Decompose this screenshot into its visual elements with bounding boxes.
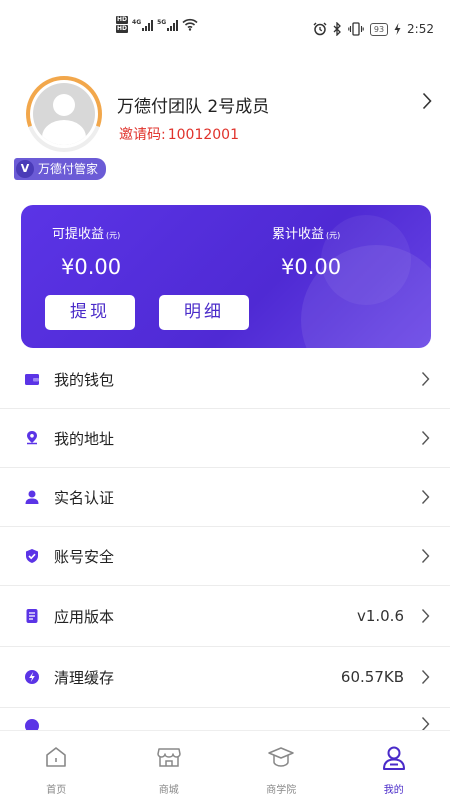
- app-version-value: v1.0.6: [356, 607, 404, 625]
- chevron-right-icon: [421, 372, 430, 386]
- total-earnings-label: 累计收益: [272, 227, 325, 242]
- withdraw-button[interactable]: 提现: [45, 295, 135, 330]
- shield-check-icon: [26, 549, 38, 563]
- network-1-label: 4G: [132, 18, 142, 26]
- bluetooth-icon: [333, 22, 341, 36]
- details-button[interactable]: 明细: [159, 295, 249, 330]
- location-pin-icon: [27, 431, 37, 445]
- menu-item-label: 我的钱包: [54, 370, 115, 389]
- menu-item-wallet[interactable]: 我的钱包: [0, 350, 450, 409]
- invite-code-label: 邀请码:: [119, 127, 166, 143]
- status-left: HD HD 4G 5G: [116, 16, 198, 33]
- withdrawable-earnings: 可提收益 (元) ¥0.00: [52, 223, 121, 279]
- user-name: 万德付团队 2号成员: [117, 97, 270, 117]
- tab-home[interactable]: 首页: [0, 731, 113, 800]
- withdrawable-value: ¥0.00: [61, 255, 122, 279]
- cache-size-value: 60.57KB: [340, 668, 404, 686]
- battery-indicator: 93: [369, 22, 389, 36]
- withdrawable-unit: (元): [106, 231, 121, 240]
- invite-code-row: 邀请码: 10012001: [117, 124, 239, 144]
- menu-item-clear-cache[interactable]: 清理缓存 60.57KB: [0, 647, 450, 708]
- role-badge-label: 万德付管家: [38, 162, 99, 176]
- status-bar: HD HD 4G 5G 93 2:52: [0, 0, 450, 62]
- tab-label: 首页: [46, 785, 67, 796]
- graduation-cap-icon: [268, 747, 294, 767]
- avatar[interactable]: [33, 83, 95, 145]
- vibrate-icon: [348, 22, 364, 36]
- menu-item-label: 我的地址: [54, 429, 115, 448]
- menu-item-label: 清理缓存: [54, 668, 115, 687]
- clock: 2:52: [407, 22, 434, 36]
- total-earnings-unit: (元): [326, 231, 341, 240]
- signal-bars-icon: [167, 19, 179, 31]
- network-2-label: 5G: [157, 18, 167, 26]
- signal-2: 5G: [157, 18, 179, 31]
- chevron-right-icon: [421, 670, 430, 684]
- menu-item-label: 账号安全: [54, 547, 115, 566]
- hd-indicator: HD HD: [116, 16, 129, 33]
- role-badge: V 万德付管家: [14, 158, 107, 180]
- chevron-right-icon: [421, 431, 430, 445]
- tab-mine[interactable]: 我的: [338, 731, 450, 800]
- wifi-icon: [182, 18, 198, 31]
- tab-business-school[interactable]: 商学院: [225, 731, 338, 800]
- lightning-icon: [25, 670, 39, 684]
- menu-item-label: 实名认证: [54, 488, 115, 507]
- menu-item-label: 应用版本: [54, 607, 115, 626]
- status-right: 93 2:52: [313, 22, 434, 36]
- invite-code-value: 10012001: [167, 127, 239, 143]
- hd-label-bottom: HD: [116, 25, 129, 33]
- alarm-icon: [313, 22, 327, 36]
- vip-icon: V: [16, 160, 34, 178]
- hd-label-top: HD: [116, 16, 129, 24]
- earnings-card: 可提收益 (元) ¥0.00 累计收益 (元) ¥0.00 提现 明细: [21, 205, 431, 348]
- total-earnings: 累计收益 (元) ¥0.00: [272, 223, 341, 279]
- charging-icon: [394, 23, 401, 35]
- chevron-right-icon[interactable]: [422, 92, 432, 110]
- signal-1: 4G: [132, 18, 154, 31]
- tab-label: 我的: [383, 785, 404, 796]
- user-icon: [382, 746, 405, 770]
- bottom-tab-bar: 首页 商城 商学院 我的: [0, 730, 450, 800]
- chevron-right-icon: [421, 609, 430, 623]
- withdrawable-label: 可提收益: [52, 227, 105, 242]
- wallet-icon: [25, 374, 39, 385]
- menu-item-address[interactable]: 我的地址: [0, 409, 450, 468]
- settings-menu: 我的钱包 我的地址 实名认证 账号安全 应用版本 v1.0.6 清理缓存 60.…: [0, 350, 450, 736]
- chevron-right-icon: [421, 549, 430, 563]
- menu-item-real-name-verification[interactable]: 实名认证: [0, 468, 450, 527]
- signal-bars-icon: [142, 19, 154, 31]
- chevron-right-icon: [421, 490, 430, 504]
- menu-item-app-version[interactable]: 应用版本 v1.0.6: [0, 586, 450, 647]
- shop-icon: [157, 748, 181, 767]
- tab-label: 商城: [158, 785, 179, 796]
- total-earnings-value: ¥0.00: [281, 255, 342, 279]
- document-icon: [26, 609, 38, 623]
- avatar-ring: [26, 76, 102, 152]
- profile-header[interactable]: V 万德付管家 万德付团队 2号成员 邀请码: 10012001: [0, 62, 450, 192]
- home-icon: [46, 747, 67, 767]
- tab-label: 商学院: [266, 785, 297, 796]
- user-verify-icon: [25, 490, 39, 504]
- menu-item-account-security[interactable]: 账号安全: [0, 527, 450, 586]
- tab-shop[interactable]: 商城: [113, 731, 226, 800]
